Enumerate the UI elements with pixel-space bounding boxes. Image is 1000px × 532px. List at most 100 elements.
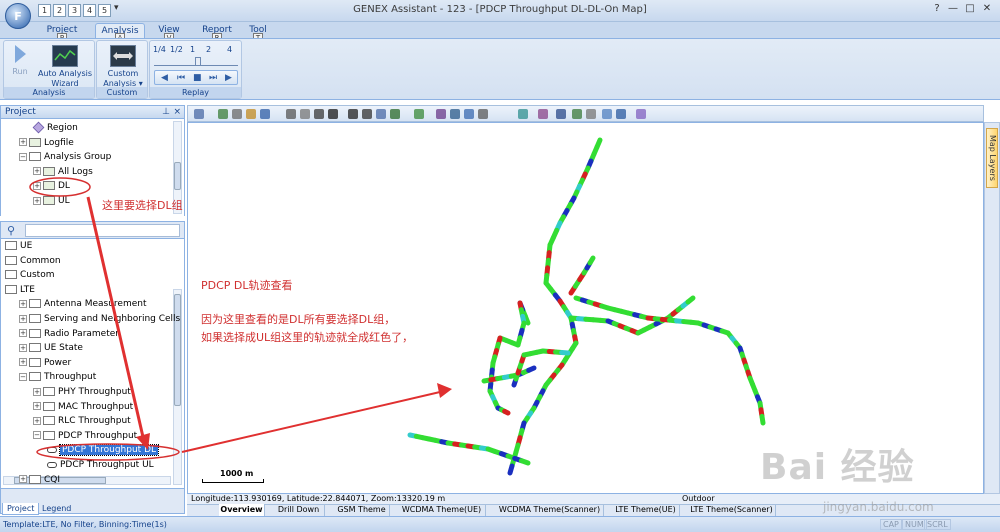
window-control-button[interactable]: ? bbox=[930, 3, 944, 16]
auto-analysis-wizard-button[interactable]: Auto Analysis Wizard bbox=[36, 45, 94, 89]
tree-item[interactable]: PDCP Throughput DL bbox=[47, 443, 160, 457]
tree-item[interactable]: UE bbox=[5, 239, 32, 253]
expand-toggle-icon[interactable]: + bbox=[19, 329, 27, 338]
expand-toggle-icon[interactable]: + bbox=[19, 299, 27, 308]
tree-item[interactable]: + UE State bbox=[19, 341, 83, 355]
expand-toggle-icon[interactable]: + bbox=[33, 181, 41, 190]
map-tool-icon[interactable] bbox=[362, 109, 372, 119]
expand-toggle-icon[interactable]: − bbox=[19, 372, 27, 381]
next-icon[interactable]: ▶ bbox=[225, 73, 232, 83]
panel-tab-project[interactable]: Project bbox=[2, 503, 40, 515]
tree2-scroll-thumb[interactable] bbox=[174, 294, 181, 406]
slider-thumb[interactable] bbox=[195, 57, 201, 66]
tree-item-label: LTE bbox=[20, 284, 35, 295]
map-tool-icon[interactable] bbox=[218, 109, 228, 119]
run-button[interactable]: Run bbox=[8, 45, 32, 77]
map-tool-icon[interactable] bbox=[586, 109, 596, 119]
map-tool-icon[interactable] bbox=[348, 109, 358, 119]
theme-tab[interactable]: WCDMA Theme(UE) bbox=[398, 504, 486, 516]
expand-toggle-icon[interactable]: − bbox=[19, 152, 27, 161]
map-tool-icon[interactable] bbox=[602, 109, 612, 119]
tree-item[interactable]: PDCP Throughput UL bbox=[47, 458, 154, 472]
tree-item[interactable]: + Logfile bbox=[19, 136, 74, 150]
panel-tab-legend[interactable]: Legend bbox=[38, 503, 75, 515]
tree-item[interactable]: − Analysis Group bbox=[19, 150, 111, 164]
map-tool-icon[interactable] bbox=[572, 109, 582, 119]
theme-tab[interactable]: GSM Theme bbox=[334, 504, 390, 516]
layer-item-icon bbox=[47, 461, 57, 468]
tree-item[interactable]: + All Logs bbox=[33, 165, 93, 179]
window-control-button[interactable]: □ bbox=[963, 3, 977, 16]
map-tool-icon[interactable] bbox=[616, 109, 626, 119]
map-tool-icon[interactable] bbox=[260, 109, 270, 119]
stop-icon[interactable]: ■ bbox=[193, 73, 202, 83]
track-segment bbox=[507, 463, 515, 476]
expand-toggle-icon[interactable]: + bbox=[33, 167, 41, 176]
map-tool-icon[interactable] bbox=[390, 109, 400, 119]
expand-toggle-icon[interactable]: + bbox=[33, 387, 41, 396]
expand-toggle-icon[interactable]: + bbox=[19, 314, 27, 323]
map-tool-icon[interactable] bbox=[314, 109, 324, 119]
map-tool-icon[interactable] bbox=[518, 109, 528, 119]
expand-toggle-icon[interactable]: + bbox=[19, 138, 27, 147]
expand-toggle-icon[interactable]: + bbox=[19, 358, 27, 367]
replay-speed-slider[interactable] bbox=[154, 57, 238, 66]
tree-item[interactable]: − Throughput bbox=[19, 370, 96, 384]
theme-tab[interactable]: Overview bbox=[219, 504, 265, 516]
step-forward-icon[interactable]: ⏭ bbox=[209, 73, 217, 83]
pin-icon[interactable]: ⊥ bbox=[162, 106, 170, 118]
map-tool-icon[interactable] bbox=[376, 109, 386, 119]
theme-tab[interactable]: LTE Theme(Scanner) bbox=[688, 504, 776, 516]
map-tool-icon[interactable] bbox=[478, 109, 488, 119]
expand-toggle-icon[interactable]: + bbox=[33, 416, 41, 425]
theme-tab[interactable]: LTE Theme(UE) bbox=[612, 504, 680, 516]
tree-item[interactable]: + PHY Throughput bbox=[33, 385, 131, 399]
tree-item[interactable]: LTE bbox=[5, 283, 35, 297]
prev-icon[interactable]: ◀ bbox=[161, 73, 168, 83]
map-tool-icon[interactable] bbox=[538, 109, 548, 119]
close-panel-icon[interactable]: × bbox=[173, 106, 181, 118]
track-segment bbox=[685, 295, 696, 305]
tree-item[interactable]: + UL bbox=[33, 194, 70, 208]
tree-item[interactable]: + Radio Parameter bbox=[19, 327, 119, 341]
expand-toggle-icon[interactable]: + bbox=[19, 343, 27, 352]
map-tool-icon[interactable] bbox=[464, 109, 474, 119]
map-tool-icon[interactable] bbox=[450, 109, 460, 119]
tree-item[interactable]: + CQI bbox=[19, 473, 60, 487]
tree-item[interactable]: + MAC Throughput bbox=[33, 400, 133, 414]
expand-toggle-icon[interactable]: + bbox=[33, 402, 41, 411]
theme-tab[interactable]: WCDMA Theme(Scanner) bbox=[496, 504, 604, 516]
map-tool-icon[interactable] bbox=[246, 109, 256, 119]
map-tool-icon[interactable] bbox=[636, 109, 646, 119]
expand-toggle-icon[interactable]: + bbox=[19, 475, 27, 484]
map-tool-icon[interactable] bbox=[328, 109, 338, 119]
map-tool-icon[interactable] bbox=[414, 109, 424, 119]
tree-item[interactable]: + Serving and Neighboring Cells bbox=[19, 312, 180, 326]
tree-item[interactable]: Custom bbox=[5, 268, 54, 282]
custom-analysis-button[interactable]: Custom Analysis ▾ bbox=[99, 45, 147, 89]
map-tool-icon[interactable] bbox=[556, 109, 566, 119]
tree-item[interactable]: + RLC Throughput bbox=[33, 414, 131, 428]
map-tool-icon[interactable] bbox=[232, 109, 242, 119]
tree-item[interactable]: − PDCP Throughput bbox=[33, 429, 137, 443]
tree-item[interactable]: Common bbox=[5, 254, 61, 268]
map-tool-icon[interactable] bbox=[194, 109, 204, 119]
tree-item[interactable]: + Antenna Measurement bbox=[19, 297, 147, 311]
theme-tab[interactable]: Drill Down bbox=[273, 504, 325, 516]
search-icon[interactable]: ⚲ bbox=[7, 224, 15, 237]
step-back-icon[interactable]: ⏮ bbox=[177, 73, 185, 83]
app-menu-button[interactable]: F bbox=[5, 3, 31, 29]
window-control-button[interactable]: ✕ bbox=[980, 3, 994, 16]
tree-item[interactable]: + DL bbox=[33, 179, 70, 193]
search-input[interactable] bbox=[25, 224, 180, 237]
tree1-scroll-thumb[interactable] bbox=[174, 162, 181, 190]
window-control-button[interactable]: — bbox=[946, 3, 960, 16]
map-tool-icon[interactable] bbox=[436, 109, 446, 119]
expand-toggle-icon[interactable]: + bbox=[33, 196, 41, 205]
tree-item[interactable]: + Power bbox=[19, 356, 71, 370]
map-tool-icon[interactable] bbox=[300, 109, 310, 119]
map-layers-button[interactable]: Map Layers bbox=[986, 128, 998, 188]
tree-item[interactable]: Region bbox=[32, 121, 78, 135]
expand-toggle-icon[interactable]: − bbox=[33, 431, 41, 440]
map-tool-icon[interactable] bbox=[286, 109, 296, 119]
